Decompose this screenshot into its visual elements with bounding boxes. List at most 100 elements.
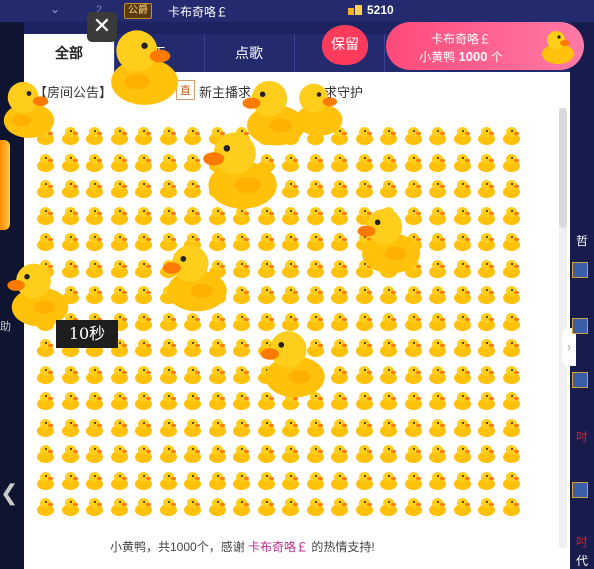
rubber-duck-icon [425,177,450,204]
rubber-duck-icon [357,208,420,274]
chevron-down-icon[interactable]: ⌄ [50,2,60,16]
rubber-duck-icon [131,283,156,310]
keep-button[interactable]: 保留 [322,25,368,65]
rubber-duck-icon [542,31,574,64]
rubber-duck-icon [203,132,277,209]
rubber-duck-icon [131,230,156,257]
rubber-duck-icon [401,283,426,310]
rubber-duck-icon [499,230,524,257]
rubber-duck-icon [58,389,83,416]
rubber-duck-icon [131,124,156,151]
rubber-duck-icon [376,495,401,522]
rubber-duck-icon [352,416,377,443]
rubber-duck-icon [107,177,132,204]
gift-name: 小黄鸭 [419,50,456,64]
rubber-duck-icon [254,495,279,522]
rubber-duck-icon [474,204,499,231]
rubber-duck-icon [352,124,377,151]
tab-song[interactable]: 点歌 [204,34,295,72]
rubber-duck-icon [205,389,230,416]
rubber-duck-icon [278,495,303,522]
rubber-duck-icon [401,495,426,522]
rubber-duck-icon [376,416,401,443]
thanks-suffix: 的热情支持! [311,540,375,554]
rubber-duck-icon [499,363,524,390]
rubber-duck-icon [303,151,328,178]
rubber-duck-icon [278,416,303,443]
rubber-duck-icon [33,177,58,204]
gift-sender: 卡布奇咯￡ [430,32,491,46]
rubber-duck-icon [352,389,377,416]
top-username[interactable]: 卡布奇咯￡ [168,3,228,20]
rubber-duck-icon [205,442,230,469]
rubber-duck-icon [162,245,227,312]
rubber-duck-icon [425,230,450,257]
close-icon: ✕ [92,13,112,38]
rubber-duck-icon [229,469,254,496]
rubber-duck-icon [499,257,524,284]
gold-icon [348,5,362,15]
rubber-duck-icon [82,495,107,522]
rubber-duck-icon [474,151,499,178]
rubber-duck-icon [82,469,107,496]
rubber-duck-icon [82,363,107,390]
rubber-duck-icon [425,283,450,310]
rubber-duck-icon [499,177,524,204]
right-avatar-icon[interactable] [572,318,588,334]
rubber-duck-icon [499,495,524,522]
rubber-duck-icon [376,283,401,310]
right-avatar-icon[interactable] [572,262,588,278]
rubber-duck-icon [156,204,181,231]
left-arrow-icon[interactable]: ❮ [0,480,18,506]
rubber-duck-icon [156,177,181,204]
rubber-duck-icon [260,331,325,398]
rubber-duck-icon [425,124,450,151]
rubber-duck-icon [107,416,132,443]
rubber-duck-icon [376,310,401,337]
rubber-duck-icon [33,469,58,496]
rubber-duck-icon [303,416,328,443]
rubber-duck-icon [327,151,352,178]
rubber-duck-icon [58,442,83,469]
rubber-duck-icon [450,230,475,257]
rubber-duck-icon [278,257,303,284]
rubber-duck-icon [450,177,475,204]
right-avatar-icon[interactable] [572,482,588,498]
rubber-duck-icon [499,336,524,363]
rubber-duck-icon [205,336,230,363]
rubber-duck-icon [352,442,377,469]
rubber-duck-icon [131,469,156,496]
close-button[interactable]: ✕ [87,12,117,42]
rubber-duck-icon [156,442,181,469]
rubber-duck-icon [58,177,83,204]
rubber-duck-icon [450,495,475,522]
rubber-duck-icon [131,257,156,284]
right-sidebar-item-3: 代 [576,554,589,568]
left-event-banner[interactable] [0,140,10,230]
rubber-duck-icon [33,363,58,390]
rubber-duck-icon [82,230,107,257]
scroll-thumb[interactable] [559,108,567,228]
rubber-duck-icon [450,257,475,284]
rubber-duck-icon [180,442,205,469]
rubber-duck-icon [425,389,450,416]
rubber-duck-icon [156,495,181,522]
rubber-duck-icon [107,230,132,257]
rubber-duck-icon [254,469,279,496]
rubber-duck-icon [58,204,83,231]
rubber-duck-icon [229,495,254,522]
thanks-sender[interactable]: 卡布奇咯￡ [248,540,308,554]
rubber-duck-icon [180,495,205,522]
rubber-duck-icon [376,151,401,178]
rubber-duck-icon [376,124,401,151]
rubber-duck-icon [401,416,426,443]
rubber-duck-icon [327,416,352,443]
rubber-duck-icon [107,469,132,496]
rubber-duck-icon [33,389,58,416]
rubber-duck-icon [450,363,475,390]
rubber-duck-icon [450,442,475,469]
right-avatar-icon[interactable] [572,372,588,388]
rubber-duck-icon [205,469,230,496]
rubber-duck-icon [131,442,156,469]
rubber-duck-icon [131,336,156,363]
